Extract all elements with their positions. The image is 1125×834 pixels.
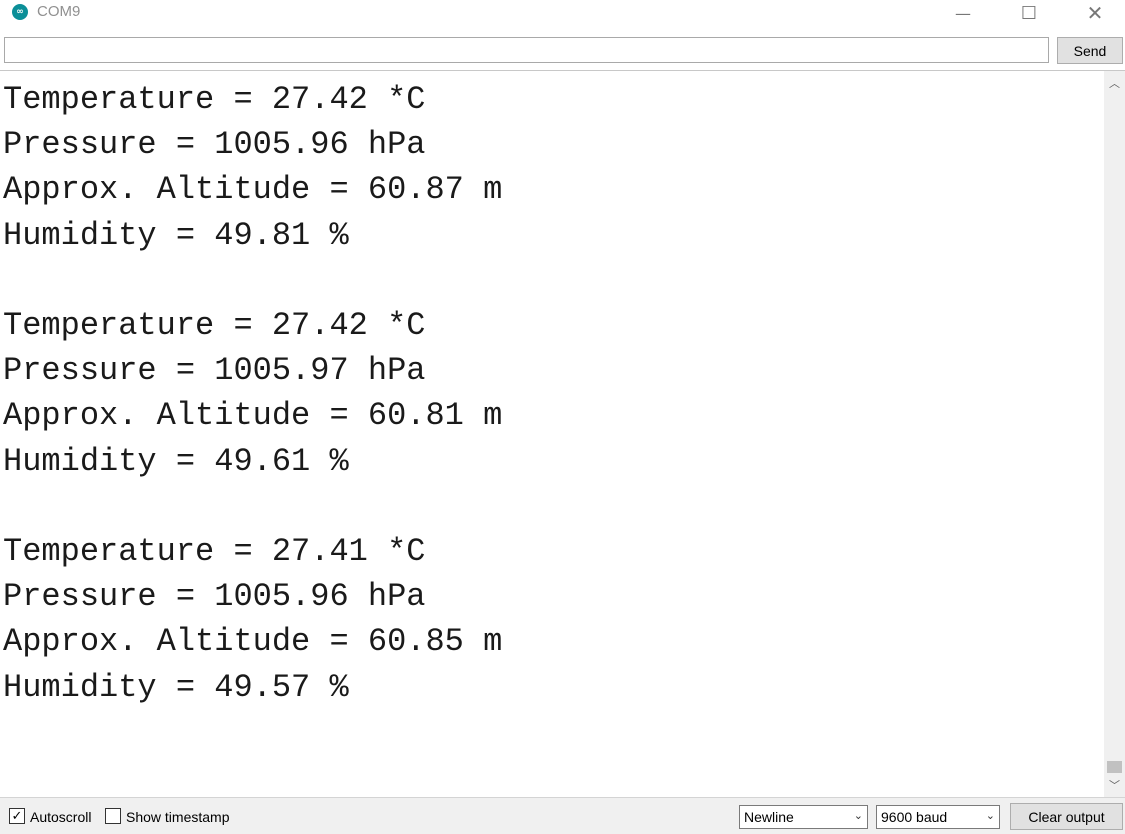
scrollbar-thumb[interactable] (1107, 761, 1122, 773)
checkmark-icon: ✓ (11, 808, 23, 824)
baud-rate-value: 9600 baud (881, 809, 948, 825)
maximize-icon[interactable]: ☐ (996, 0, 1062, 26)
minimize-icon[interactable]: — (930, 0, 996, 26)
serial-output[interactable]: Temperature = 27.42 *C Pressure = 1005.96… (0, 71, 1104, 797)
output-line: Pressure = 1005.97 hPa (3, 352, 426, 390)
chevron-down-icon[interactable]: ﹀ (1104, 775, 1125, 795)
show-timestamp-checkbox[interactable] (105, 808, 121, 824)
show-timestamp-label[interactable]: Show timestamp (126, 809, 229, 825)
output-line: Humidity = 49.57 % (3, 668, 349, 706)
send-button[interactable]: Send (1057, 37, 1123, 64)
baud-rate-select[interactable]: 9600 baud ⌄ (876, 805, 1000, 829)
output-line: Temperature = 27.42 *C (3, 81, 426, 118)
close-icon[interactable]: ✕ (1062, 0, 1125, 26)
chevron-down-icon: ⌄ (985, 809, 995, 822)
output-line: Approx. Altitude = 60.81 m (3, 397, 503, 435)
output-line: Pressure = 1005.96 hPa (3, 578, 426, 616)
title-bar: ∞ COM9 — ☐ ✕ (0, 0, 1125, 28)
autoscroll-label[interactable]: Autoscroll (30, 809, 91, 825)
output-line: Temperature = 27.42 *C (3, 307, 426, 344)
clear-output-button[interactable]: Clear output (1010, 803, 1123, 830)
vertical-scrollbar[interactable]: ︿ ﹀ (1104, 71, 1125, 797)
window-title: COM9 (37, 3, 81, 20)
output-line: Pressure = 1005.96 hPa (3, 126, 426, 164)
line-ending-select[interactable]: Newline ⌄ (739, 805, 868, 829)
output-line: Approx. Altitude = 60.87 m (3, 171, 503, 209)
arduino-icon: ∞ (12, 4, 28, 20)
output-line: Humidity = 49.61 % (3, 442, 349, 480)
send-bar: Send (0, 35, 1125, 67)
output-line: Temperature = 27.41 *C (3, 533, 426, 570)
output-line: Approx. Altitude = 60.85 m (3, 623, 503, 661)
bottom-bar: ✓ Autoscroll Show timestamp Newline ⌄ 96… (0, 797, 1125, 834)
serial-input[interactable] (4, 37, 1049, 63)
output-line: Humidity = 49.81 % (3, 216, 349, 254)
line-ending-value: Newline (744, 809, 794, 825)
autoscroll-checkbox[interactable]: ✓ (9, 808, 25, 824)
chevron-up-icon[interactable]: ︿ (1104, 73, 1125, 93)
chevron-down-icon: ⌄ (853, 809, 863, 822)
